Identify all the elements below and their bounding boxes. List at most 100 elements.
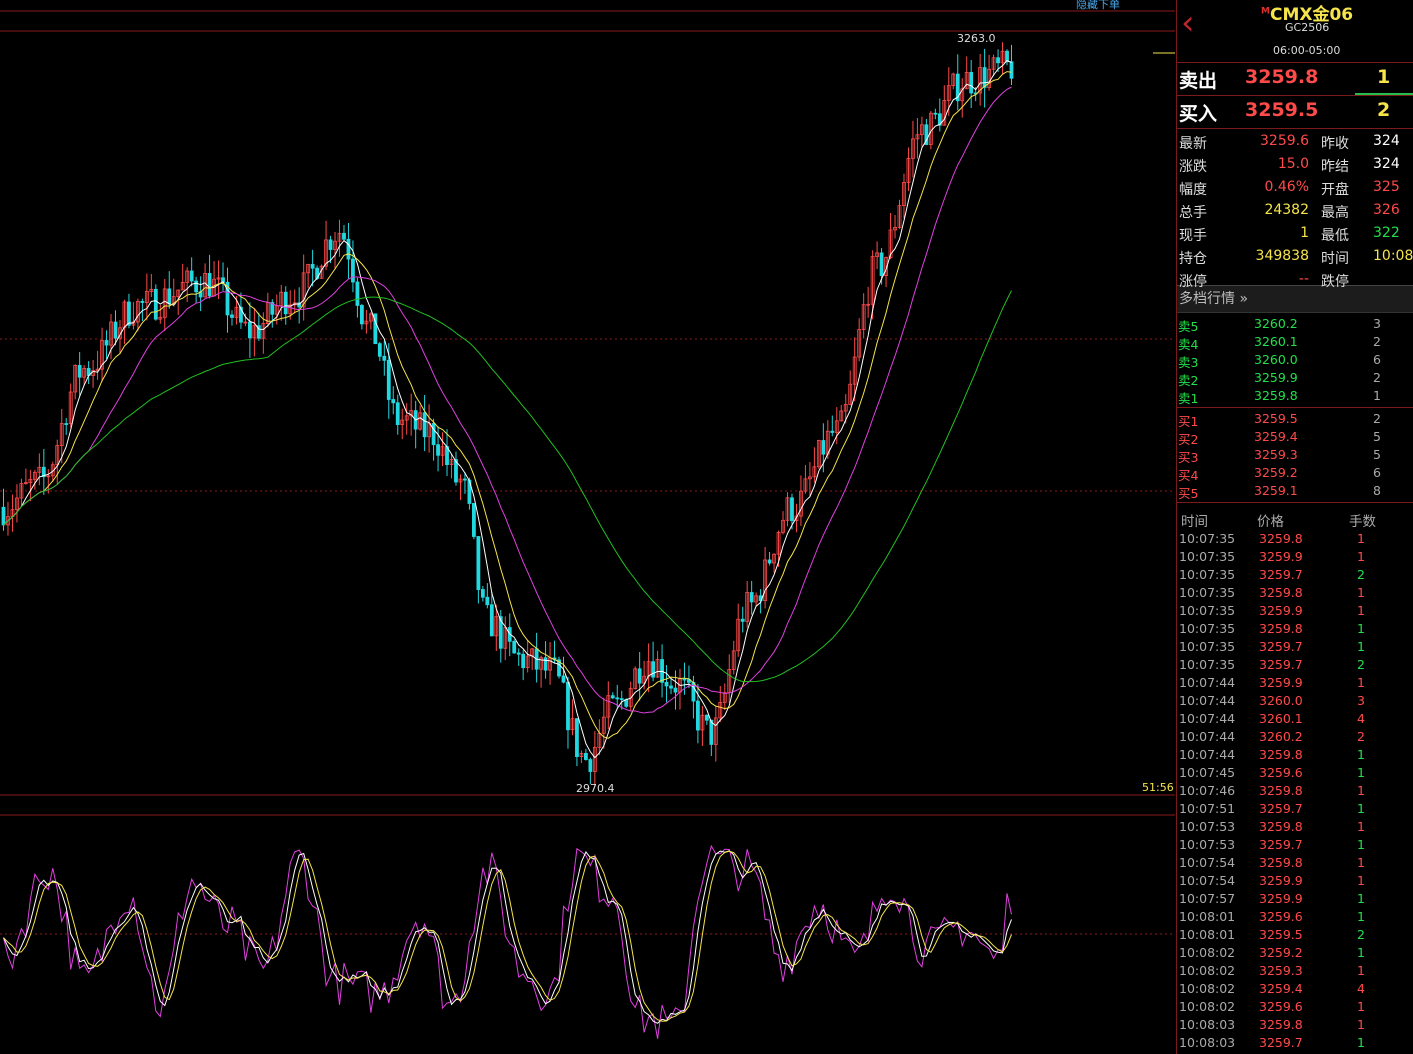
- osc-d-line: [3, 850, 1012, 1024]
- trade-volume: 1: [1357, 999, 1365, 1014]
- trade-volume: 3: [1357, 693, 1365, 708]
- trade-price: 3259.6: [1259, 909, 1303, 924]
- stat-value: 326: [1373, 202, 1400, 218]
- candle-body: [588, 759, 593, 772]
- trade-price: 3259.2: [1259, 945, 1303, 960]
- asks-level-row[interactable]: 卖3 3260.0 6: [1177, 351, 1413, 370]
- stats-row: 涨跌 15.0 昨结 324: [1177, 154, 1413, 177]
- candle-body: [283, 291, 288, 315]
- candle-body: [359, 305, 364, 325]
- trade-price: 3259.8: [1259, 1017, 1303, 1032]
- market-marker: M: [1261, 6, 1270, 17]
- asks-level-volume: 1: [1373, 388, 1381, 403]
- asks-level-row[interactable]: 卖5 3260.2 3: [1177, 315, 1413, 334]
- stats-row: 持仓 349838 时间 10:08: [1177, 246, 1413, 269]
- candle-body: [543, 657, 548, 671]
- bids-level-volume: 8: [1373, 483, 1381, 498]
- bids-level-row[interactable]: 买3 3259.3 5: [1177, 446, 1413, 465]
- bids-level-row[interactable]: 买4 3259.2 6: [1177, 464, 1413, 483]
- trade-volume: 1: [1357, 909, 1365, 924]
- trade-time: 10:08:01: [1179, 909, 1236, 924]
- asks-level-row[interactable]: 卖4 3260.1 2: [1177, 333, 1413, 352]
- candle-body: [386, 359, 391, 400]
- stat-value: 24382: [1264, 202, 1309, 218]
- trade-volume: 1: [1357, 531, 1365, 546]
- ask-volume-bar: [1355, 93, 1413, 95]
- expand-chevrons-icon[interactable]: »: [1239, 291, 1248, 307]
- candle-body: [982, 67, 987, 88]
- hide-order-link[interactable]: 隐藏下单: [1076, 0, 1120, 12]
- asks-level-row[interactable]: 卖1 3259.8 1: [1177, 387, 1413, 406]
- bid-quote-row[interactable]: 买入 3259.5 2: [1177, 96, 1413, 129]
- trade-time: 10:07:44: [1179, 711, 1236, 726]
- trade-row: 10:07:53 3259.7 1: [1177, 837, 1413, 855]
- stats-row: 幅度 0.46% 开盘 325: [1177, 177, 1413, 200]
- trade-row: 10:07:35 3259.9 1: [1177, 549, 1413, 567]
- asks-level-price: 3259.9: [1254, 370, 1298, 385]
- bids-level-price: 3259.4: [1254, 429, 1298, 444]
- stat-label: 最高: [1321, 205, 1349, 221]
- osc-k-line: [3, 844, 1012, 1039]
- trade-volume: 2: [1357, 567, 1365, 582]
- candle-body: [575, 718, 579, 757]
- trade-time: 10:08:02: [1179, 981, 1236, 996]
- trade-price: 3259.8: [1259, 621, 1303, 636]
- candlestick-chart-area[interactable]: 隐藏下单 3263.0 2970.4 51:56: [0, 0, 1175, 1054]
- trade-time: 10:07:45: [1179, 765, 1236, 780]
- stats-row: 涨停 -- 跌停: [1177, 269, 1413, 292]
- trade-price: 3259.7: [1259, 657, 1303, 672]
- stat-value: --: [1298, 271, 1309, 287]
- stat-value: 324: [1373, 156, 1400, 172]
- candle-body: [521, 653, 526, 669]
- trade-time: 10:07:35: [1179, 639, 1236, 654]
- trade-volume: 1: [1357, 603, 1365, 618]
- candle-body: [422, 412, 427, 438]
- back-chevron-icon[interactable]: ‹: [1181, 6, 1209, 42]
- stat-label: 时间: [1321, 251, 1349, 267]
- asks-level-label: 卖1: [1178, 391, 1199, 406]
- trade-time: 10:07:35: [1179, 657, 1236, 672]
- trade-price: 3259.9: [1259, 873, 1303, 888]
- ask-quote-row[interactable]: 卖出 3259.8 1: [1177, 63, 1413, 96]
- bids-level-row[interactable]: 买5 3259.1 8: [1177, 482, 1413, 501]
- trades-time-header: 时间: [1181, 514, 1208, 530]
- candle-body: [584, 753, 588, 760]
- quote-panel: ‹ MCMX金06 GC2506 06:00-05:00 卖出 3259.8 1…: [1176, 0, 1413, 1054]
- trade-time: 10:07:54: [1179, 855, 1236, 870]
- trade-volume: 1: [1357, 621, 1365, 636]
- trade-price: 3260.2: [1259, 729, 1303, 744]
- candle-body: [391, 399, 396, 404]
- stat-label: 涨跌: [1179, 159, 1207, 175]
- trade-volume: 1: [1357, 747, 1365, 762]
- asks-level-price: 3260.0: [1254, 352, 1298, 367]
- trade-price: 3259.6: [1259, 765, 1303, 780]
- asks-level-row[interactable]: 卖2 3259.9 2: [1177, 369, 1413, 388]
- trade-time: 10:07:35: [1179, 531, 1236, 546]
- stat-label: 现手: [1179, 228, 1207, 244]
- trade-price: 3259.3: [1259, 963, 1303, 978]
- trade-price: 3259.8: [1259, 585, 1303, 600]
- candle-body: [669, 685, 673, 689]
- trade-volume: 1: [1357, 639, 1365, 654]
- bid-price: 3259.5: [1245, 99, 1319, 121]
- trade-volume: 2: [1357, 729, 1365, 744]
- trade-time: 10:07:44: [1179, 729, 1236, 744]
- stat-value: 325: [1373, 179, 1400, 195]
- stat-label: 涨停: [1179, 274, 1207, 290]
- ma20-line: [3, 86, 1012, 714]
- trade-price: 3259.7: [1259, 837, 1303, 852]
- trade-time: 10:07:35: [1179, 567, 1236, 582]
- candle-body: [436, 444, 440, 456]
- stat-label: 持仓: [1179, 251, 1207, 267]
- trade-time: 10:07:35: [1179, 585, 1236, 600]
- bids-level-row[interactable]: 买2 3259.4 5: [1177, 428, 1413, 447]
- price-chart-svg[interactable]: [0, 0, 1175, 1054]
- trades-list[interactable]: 10:07:35 3259.8 1 10:07:35 3259.9 1 10:07:…: [1177, 531, 1413, 1053]
- trade-row: 10:07:54 3259.9 1: [1177, 873, 1413, 891]
- candle-body: [328, 239, 333, 250]
- candle-body: [561, 675, 566, 683]
- trade-volume: 1: [1357, 819, 1365, 834]
- candle-body: [342, 232, 346, 240]
- candle-body: [140, 301, 145, 303]
- bids-level-row[interactable]: 买1 3259.5 2: [1177, 410, 1413, 429]
